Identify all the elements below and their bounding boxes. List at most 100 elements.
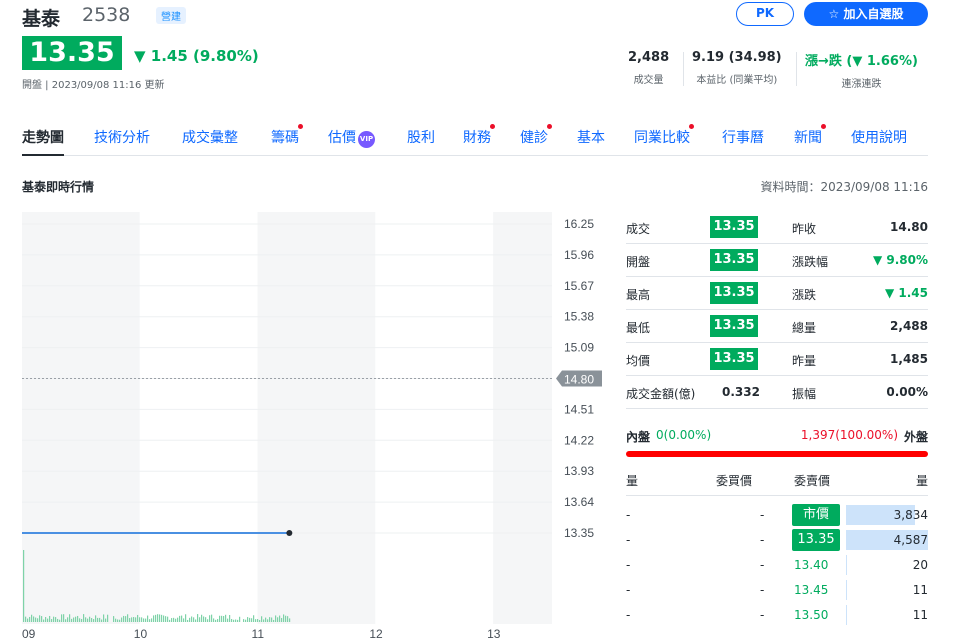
tab-news[interactable]: 新聞 bbox=[794, 124, 826, 147]
volume-bar bbox=[129, 618, 131, 622]
volume-bar bbox=[201, 614, 203, 622]
volume-bar bbox=[217, 619, 219, 622]
ask-volume-bar bbox=[846, 555, 847, 575]
tab-basic[interactable]: 基本 bbox=[577, 127, 605, 147]
volume-bar bbox=[207, 619, 209, 622]
volume-bar bbox=[95, 615, 97, 622]
quote-value: 13.35 bbox=[710, 315, 758, 337]
volume-bar bbox=[75, 616, 77, 622]
volume-bar bbox=[57, 618, 59, 622]
volume-bar bbox=[229, 615, 231, 622]
tab-health[interactable]: 健診 bbox=[520, 124, 552, 147]
add-watchlist-button[interactable]: ☆ 加入自選股 bbox=[804, 2, 928, 26]
volume-bar bbox=[253, 615, 255, 622]
orderbook-row: - - 13.50 11 bbox=[626, 602, 928, 628]
tab-label: 使用說明 bbox=[851, 130, 907, 146]
volume-bar bbox=[151, 618, 153, 622]
tab-peers[interactable]: 同業比較 bbox=[634, 124, 694, 147]
hour-band bbox=[257, 212, 376, 624]
volume-bar bbox=[255, 619, 257, 622]
quote-row: 最高 13.35 漲跌 ▼ 1.45 bbox=[626, 278, 928, 310]
volume-bar bbox=[257, 619, 259, 622]
tab-calendar[interactable]: 行事曆 bbox=[722, 127, 764, 147]
tab-trades[interactable]: 成交彙整 bbox=[182, 127, 238, 147]
volume-bar bbox=[137, 614, 139, 622]
tab-label: 同業比較 bbox=[634, 130, 690, 146]
tab-valuation[interactable]: 估價 VIP bbox=[328, 127, 375, 148]
volume-bar bbox=[263, 619, 265, 622]
volume-bar bbox=[153, 615, 155, 622]
volume-bar bbox=[159, 614, 161, 622]
bid-volume: - bbox=[626, 558, 631, 572]
volume-bar bbox=[89, 616, 91, 622]
volume-bar bbox=[275, 615, 277, 622]
new-dot bbox=[547, 124, 552, 129]
intraday-chart[interactable]: 16.25 15.96 15.67 15.38 15.09 14.80 14.51 14.22… bbox=[0, 210, 615, 640]
key-stat-value: 漲→跌 (▼ 1.66%) bbox=[805, 54, 918, 69]
quote-label: 總量 bbox=[792, 321, 817, 335]
hour-band bbox=[375, 212, 494, 624]
bid-volume: - bbox=[626, 508, 631, 522]
volume-bar bbox=[211, 614, 213, 622]
volume-bar bbox=[97, 617, 99, 622]
volume-bar bbox=[103, 614, 105, 622]
volume-bar bbox=[165, 616, 167, 622]
volume-bar bbox=[83, 614, 85, 622]
quote-row: 成交金額(億) 0.332 振幅 0.00% bbox=[626, 377, 928, 409]
volume-bar bbox=[27, 618, 29, 622]
y-tick-label: 13.93 bbox=[564, 464, 594, 478]
quote-label: 成交金額(億) bbox=[626, 387, 696, 401]
volume-bar bbox=[47, 618, 49, 622]
inout-bar bbox=[626, 451, 928, 457]
quote-value: 0.332 bbox=[722, 385, 760, 399]
volume-bar bbox=[191, 616, 193, 622]
volume-bar bbox=[209, 615, 211, 622]
y-tick-label: 14.22 bbox=[564, 433, 594, 447]
industry-tag[interactable]: 營建 bbox=[156, 7, 186, 24]
volume-bar bbox=[183, 618, 185, 622]
tab-label: 健診 bbox=[520, 130, 548, 146]
key-stat-volume: 2,488 成交量 bbox=[628, 50, 669, 86]
quote-value: ▼ 1.45 bbox=[884, 286, 928, 300]
quote-row: 最低 13.35 總量 2,488 bbox=[626, 311, 928, 343]
orderbook-row: - - 13.40 20 bbox=[626, 552, 928, 578]
pk-button[interactable]: PK bbox=[736, 2, 794, 26]
volume-bar bbox=[49, 615, 51, 622]
tab-help[interactable]: 使用說明 bbox=[851, 127, 907, 147]
quote-label: 均價 bbox=[626, 354, 651, 368]
volume-bar bbox=[37, 618, 39, 622]
key-stat-value: 9.19 (34.98) bbox=[692, 50, 782, 65]
tab-chips[interactable]: 籌碼 bbox=[271, 124, 303, 147]
volume-bar bbox=[127, 614, 129, 622]
volume-bar bbox=[125, 616, 127, 622]
volume-bar bbox=[231, 618, 233, 622]
out-value: 1,397(100.00%) bbox=[800, 428, 898, 442]
volume-bar bbox=[237, 619, 239, 622]
tab-finance[interactable]: 財務 bbox=[463, 124, 495, 147]
y-tick-label: 15.67 bbox=[564, 279, 594, 293]
volume-bar bbox=[245, 619, 247, 622]
quote-value: 13.35 bbox=[710, 216, 758, 238]
tab-dividend[interactable]: 股利 bbox=[407, 127, 435, 147]
x-tick-label: 12 bbox=[369, 627, 383, 640]
tab-trend[interactable]: 走勢圖 bbox=[22, 127, 64, 156]
new-dot bbox=[821, 124, 826, 129]
tab-technical[interactable]: 技術分析 bbox=[94, 127, 150, 147]
volume-bar bbox=[85, 617, 87, 622]
ask-volume: 11 bbox=[912, 583, 928, 597]
divider bbox=[683, 52, 684, 86]
update-meta: 開盤 | 2023/09/08 11:16 更新 bbox=[22, 80, 165, 91]
tab-label: 籌碼 bbox=[271, 130, 299, 146]
quote-label: 漲跌幅 bbox=[792, 255, 829, 269]
volume-bar bbox=[135, 617, 137, 622]
quote-value: 13.35 bbox=[710, 282, 758, 304]
quote-label: 最低 bbox=[626, 321, 651, 335]
quote-value: ▼ 9.80% bbox=[872, 253, 928, 267]
bid-price: - bbox=[760, 583, 765, 597]
volume-bar bbox=[221, 615, 223, 622]
volume-bar bbox=[175, 618, 177, 622]
volume-bar bbox=[225, 614, 227, 622]
hour-band bbox=[493, 212, 552, 624]
x-tick-label: 10 bbox=[134, 627, 148, 640]
volume-bar bbox=[287, 616, 289, 622]
